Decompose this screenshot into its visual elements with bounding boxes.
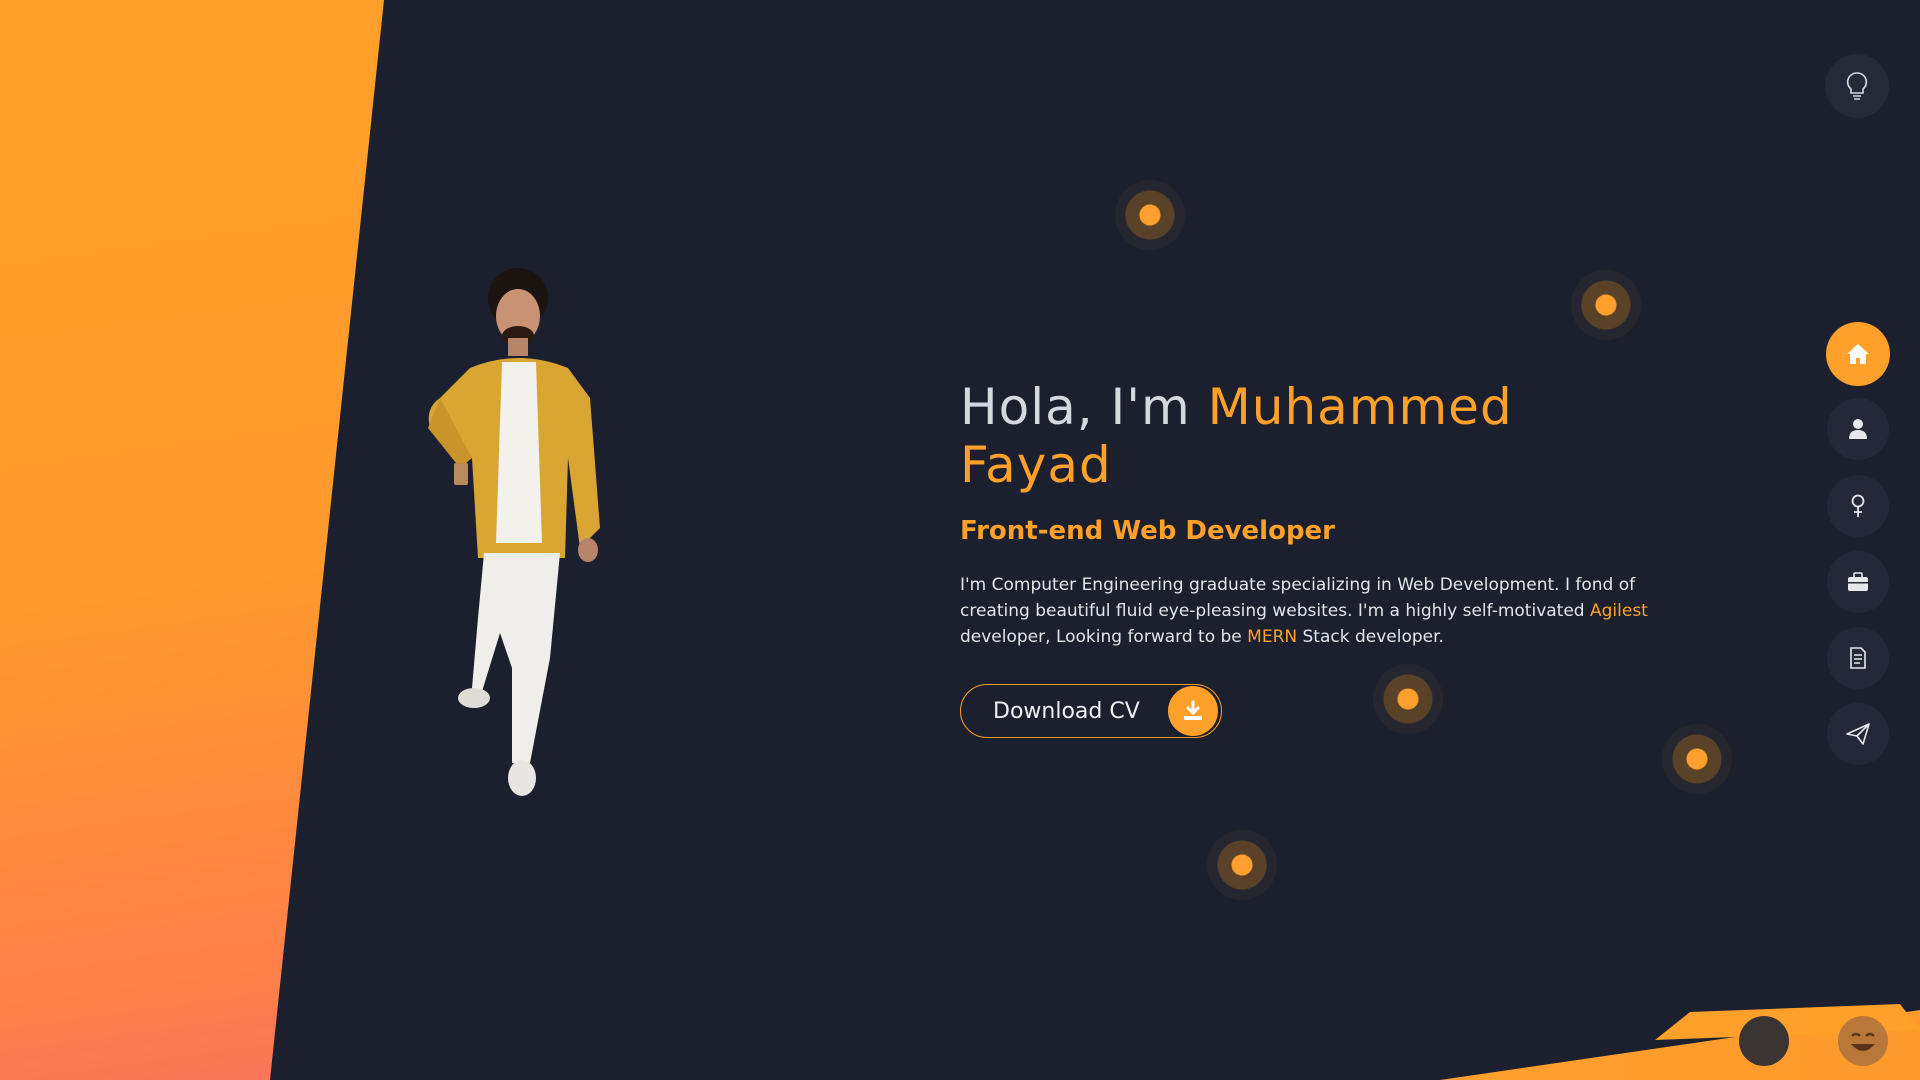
bio-text: I'm Computer Engineering graduate specia… xyxy=(960,575,1636,621)
hero-section: Hola, I'm Muhammed Fayad Front-end Web D… xyxy=(960,378,1680,738)
nav-skills-button[interactable] xyxy=(1827,475,1889,537)
nav-portfolio-button[interactable] xyxy=(1827,551,1889,613)
nav-home-button[interactable] xyxy=(1826,322,1890,386)
bio-highlight: Agilest xyxy=(1590,601,1648,621)
download-cv-button[interactable]: Download CV xyxy=(960,684,1222,738)
profile-photo xyxy=(428,268,600,796)
nav-contact-button[interactable] xyxy=(1827,703,1889,765)
bio-highlight: MERN xyxy=(1247,627,1298,647)
bio-text: developer, Looking forward to be xyxy=(960,627,1248,647)
home-icon xyxy=(1847,344,1869,364)
bio-text: Stack developer. xyxy=(1297,627,1444,647)
nav-about-button[interactable] xyxy=(1827,398,1889,460)
decorative-dot xyxy=(1115,180,1185,250)
emoji-sleepy-icon[interactable] xyxy=(1739,1016,1789,1066)
user-icon xyxy=(1849,419,1867,439)
download-icon xyxy=(1167,686,1218,736)
decorative-dot xyxy=(1207,830,1277,900)
pin-icon xyxy=(1851,494,1865,517)
document-icon xyxy=(1850,647,1866,669)
send-icon xyxy=(1846,723,1870,745)
hero-greeting: Hola, I'm xyxy=(960,378,1208,436)
hero-title: Hola, I'm Muhammed Fayad xyxy=(960,378,1680,494)
download-cv-label: Download CV xyxy=(993,698,1140,724)
hero-bio: I'm Computer Engineering graduate specia… xyxy=(960,572,1690,650)
page: Hola, I'm Muhammed Fayad Front-end Web D… xyxy=(0,0,1920,1080)
theme-toggle-button[interactable] xyxy=(1825,54,1889,118)
hero-role: Front-end Web Developer xyxy=(960,516,1336,546)
lightbulb-icon xyxy=(1846,72,1868,100)
briefcase-icon xyxy=(1848,572,1868,591)
nav-resume-button[interactable] xyxy=(1827,627,1889,689)
decorative-dot xyxy=(1571,270,1641,340)
emoji-grin-icon[interactable] xyxy=(1838,1016,1888,1066)
